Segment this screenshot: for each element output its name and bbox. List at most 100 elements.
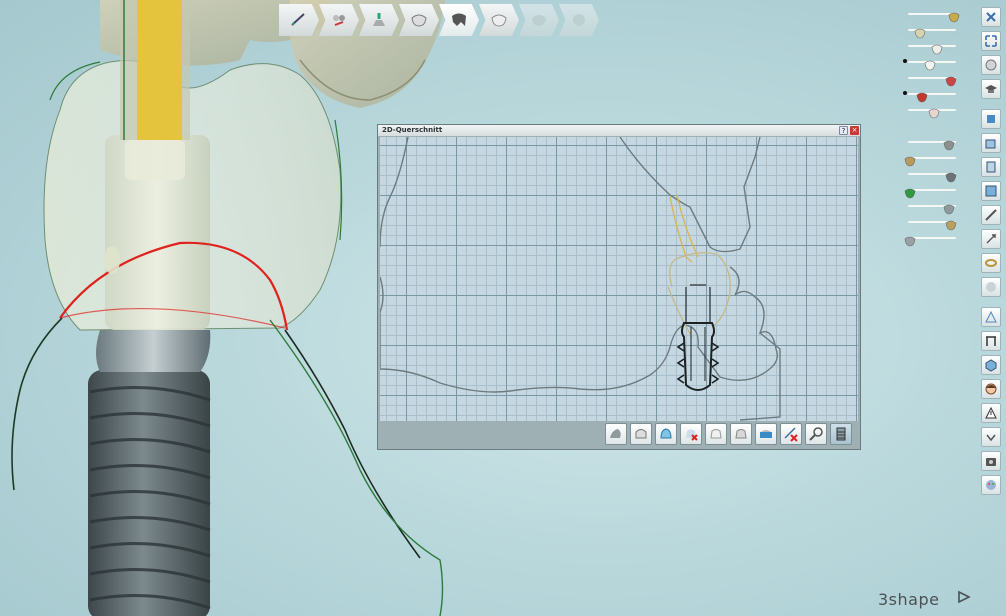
ring-icon	[985, 259, 997, 267]
palette-button[interactable]	[981, 475, 1001, 495]
ruler-button[interactable]	[981, 331, 1001, 351]
slider-row[interactable]	[900, 38, 966, 55]
workflow-step-cut[interactable]	[319, 4, 359, 36]
workflow-bar	[279, 4, 599, 36]
graduation-cap-button[interactable]	[981, 79, 1001, 99]
fullscreen-button[interactable]	[981, 31, 1001, 51]
slider-row[interactable]	[900, 198, 966, 215]
remove-tooth-icon	[686, 429, 698, 441]
remove-tooth-button[interactable]	[680, 423, 702, 445]
cube-button[interactable]	[981, 355, 1001, 375]
magnifier-icon	[809, 427, 823, 441]
cross-section-grid[interactable]	[380, 137, 858, 421]
magnifier-button[interactable]	[805, 423, 827, 445]
cut-teeth-icon	[333, 15, 345, 26]
slider-row[interactable]	[900, 102, 966, 119]
face-button[interactable]	[981, 379, 1001, 399]
tooth-red-icon[interactable]	[928, 104, 940, 119]
workflow-step-implant[interactable]	[359, 4, 399, 36]
crown-outline-icon[interactable]	[914, 24, 926, 39]
cross-section-window[interactable]: 2D-Querschnitt ? ×	[377, 124, 861, 450]
remove-point-icon	[784, 427, 798, 442]
slider-row[interactable]	[900, 6, 966, 23]
remove-point-button[interactable]	[780, 423, 802, 445]
crown-section-base	[667, 286, 693, 338]
workflow-step-anatomy[interactable]	[399, 4, 439, 36]
slider-track[interactable]	[908, 93, 956, 95]
pin-icon[interactable]	[943, 136, 955, 151]
tooth-gray-tool-button[interactable]	[730, 423, 752, 445]
section-contour-bone	[739, 332, 781, 421]
workflow-step-margin[interactable]	[279, 4, 319, 36]
slider-indicator-dot	[903, 91, 907, 95]
camera-button[interactable]	[981, 451, 1001, 471]
view-back-button[interactable]	[981, 181, 1001, 201]
screw-channel	[137, 0, 182, 140]
face-icon	[985, 383, 997, 395]
close-button[interactable]: ×	[850, 126, 859, 135]
blue-base-button[interactable]	[755, 423, 777, 445]
tooth-white-icon[interactable]	[924, 56, 936, 71]
crown-white-icon[interactable]	[931, 40, 943, 55]
gingiva-tool-icon	[610, 429, 621, 438]
abutment-bump	[104, 246, 120, 274]
crown-gold-icon[interactable]	[948, 8, 960, 23]
slider-row[interactable]	[900, 70, 966, 87]
tooth-white-tool-icon	[710, 429, 722, 439]
cube-icon	[985, 359, 997, 372]
slider-row[interactable]	[900, 134, 966, 151]
disabled-button[interactable]	[981, 277, 1001, 297]
slider-row[interactable]	[900, 166, 966, 183]
view-top-button[interactable]	[981, 133, 1001, 153]
tooth-white-tool-button[interactable]	[705, 423, 727, 445]
gingiva-curve-left	[11, 317, 63, 491]
cross-section-toolbar	[605, 423, 855, 445]
gingiva-tool-button[interactable]	[605, 423, 627, 445]
slider-row[interactable]	[900, 150, 966, 167]
implant-section-icon	[836, 427, 846, 441]
slider-row[interactable]	[900, 86, 966, 103]
marker-icon[interactable]	[904, 232, 916, 247]
crown-blue-button[interactable]	[655, 423, 677, 445]
slider-row[interactable]	[900, 214, 966, 231]
clip-button[interactable]	[981, 229, 1001, 249]
scissors-icon[interactable]	[945, 72, 957, 87]
slider-row[interactable]	[900, 182, 966, 199]
drill-icon[interactable]	[943, 200, 955, 215]
workflow-step-sphere[interactable]	[559, 4, 599, 36]
view-back-icon	[985, 185, 997, 197]
measure-button[interactable]	[981, 205, 1001, 225]
workflow-step-crown[interactable]	[479, 4, 519, 36]
view-front-icon	[987, 115, 995, 123]
slider-group-gap	[900, 118, 966, 134]
warning-button[interactable]	[981, 403, 1001, 423]
rotate-view-icon	[985, 59, 997, 71]
close-view-button[interactable]	[981, 7, 1001, 27]
sphere-icon	[573, 14, 585, 26]
view-top-icon	[985, 139, 996, 149]
crown-blue-icon	[660, 428, 672, 439]
rotate-view-button[interactable]	[981, 55, 1001, 75]
view-side-button[interactable]	[981, 157, 1001, 177]
gingiva-red-icon[interactable]	[916, 88, 928, 103]
screw-icon[interactable]	[945, 168, 957, 183]
green-block-icon[interactable]	[904, 184, 916, 199]
camera-icon	[986, 458, 996, 466]
slider-row[interactable]	[900, 22, 966, 39]
slider-row[interactable]	[900, 230, 966, 247]
implant-section-button[interactable]	[830, 423, 852, 445]
download-button[interactable]	[981, 427, 1001, 447]
section-contour-upper	[619, 137, 761, 253]
slider-row[interactable]	[900, 54, 966, 71]
view-side-icon	[986, 161, 996, 173]
tooth-section-button[interactable]	[630, 423, 652, 445]
workflow-step-coping[interactable]	[439, 4, 479, 36]
view-front-button[interactable]	[981, 109, 1001, 129]
abutment-icon[interactable]	[945, 216, 957, 231]
workflow-step-finish[interactable]	[519, 4, 559, 36]
cross-section-button[interactable]	[981, 307, 1001, 327]
implant-small-icon[interactable]	[904, 152, 916, 167]
help-button[interactable]: ?	[839, 126, 848, 135]
ring-button[interactable]	[981, 253, 1001, 273]
visibility-sliders	[900, 6, 966, 247]
